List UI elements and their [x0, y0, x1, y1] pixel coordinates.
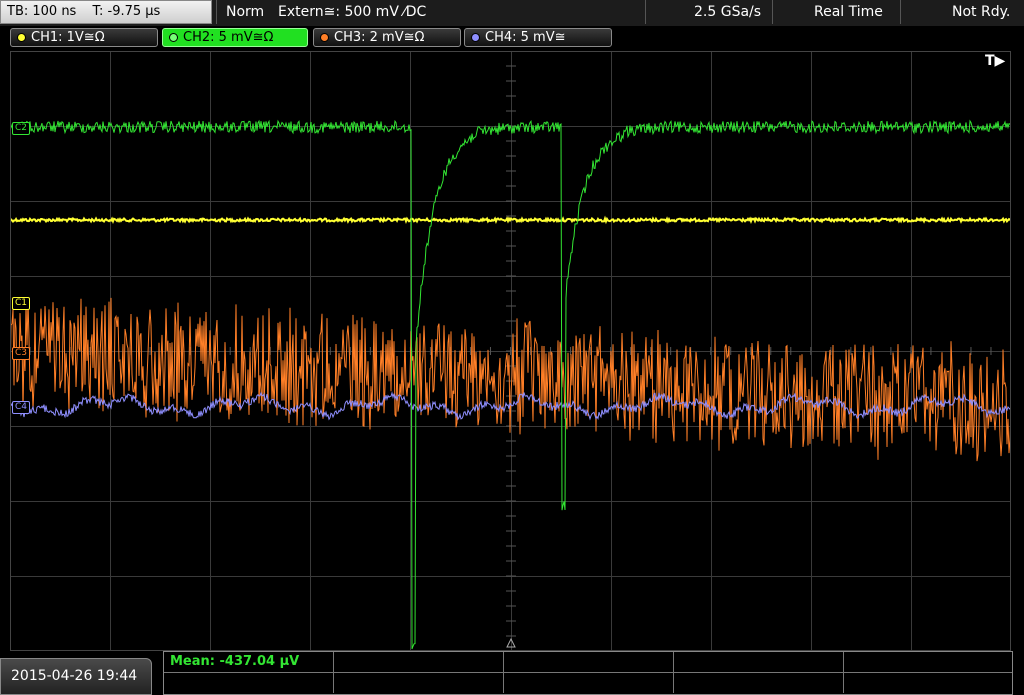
- measurement-row: [164, 673, 1012, 693]
- timebase-box[interactable]: TB: 100 ns T: -9.75 µs: [0, 0, 212, 24]
- trigger-mode[interactable]: Norm: [226, 0, 264, 24]
- measurement-cell: [504, 652, 674, 672]
- tab-ch4[interactable]: CH4: 5 mV≅: [464, 28, 612, 47]
- waveform-canvas[interactable]: [9, 50, 1012, 652]
- acquisition-mode[interactable]: Real Time: [814, 0, 883, 24]
- ch4-color-icon: [471, 33, 480, 42]
- tab-ch1[interactable]: CH1: 1V≅Ω: [10, 28, 158, 47]
- measurement-row: Mean: -437.04 µV: [164, 652, 1012, 673]
- measurement-cell: [504, 673, 674, 693]
- tab-ch3-label: CH3: 2 mV≅Ω: [334, 30, 425, 45]
- measurement-cell: [674, 673, 844, 693]
- measurement-cell: [164, 673, 334, 693]
- waveform-display[interactable]: [9, 50, 1012, 652]
- sample-rate[interactable]: 2.5 GSa/s: [694, 0, 761, 24]
- ch2-offset-marker[interactable]: C2: [12, 122, 31, 135]
- mean-measurement: Mean: -437.04 µV: [170, 654, 300, 669]
- divider: [772, 0, 773, 24]
- tab-ch3[interactable]: CH3: 2 mV≅Ω: [313, 28, 461, 47]
- trigger-indicator: T▶: [985, 53, 1006, 69]
- divider: [216, 0, 217, 24]
- channel-tabs: CH1: 1V≅Ω CH2: 5 mV≅Ω CH3: 2 mV≅Ω CH4: 5…: [0, 27, 1024, 49]
- ch1-trace: [9, 215, 1012, 225]
- tab-ch2-label: CH2: 5 mV≅Ω: [183, 30, 274, 45]
- ch3-offset-marker[interactable]: C3: [12, 347, 31, 360]
- footer-bar: 2015-04-26 19:44 Mean: -437.04 µV: [0, 651, 1024, 695]
- run-status: Not Rdy.: [952, 4, 1011, 20]
- tab-ch2[interactable]: CH2: 5 mV≅Ω: [162, 28, 308, 47]
- tab-ch4-label: CH4: 5 mV≅: [485, 30, 566, 45]
- tab-ch1-label: CH1: 1V≅Ω: [31, 30, 105, 45]
- ch1-color-icon: [17, 33, 26, 42]
- trigger-offset-label: T: -9.75 µs: [92, 4, 161, 19]
- datetime-box: 2015-04-26 19:44: [0, 658, 152, 695]
- status-bar: TB: 100 ns T: -9.75 µs Norm Extern≅: 500…: [0, 0, 1024, 26]
- ch3-trace: [9, 297, 1012, 462]
- timebase-label: TB: 100 ns: [7, 4, 77, 19]
- grid: [9, 50, 1012, 652]
- ch1-offset-marker[interactable]: C1: [12, 297, 31, 310]
- ch3-color-icon: [320, 33, 329, 42]
- measurement-panel[interactable]: Mean: -437.04 µV: [163, 651, 1013, 695]
- measurement-cell: [334, 652, 504, 672]
- divider: [645, 0, 646, 24]
- measurement-cell: [334, 673, 504, 693]
- divider: [900, 0, 901, 24]
- measurement-cell: Mean: -437.04 µV: [164, 652, 334, 672]
- measurement-cell: [674, 652, 844, 672]
- trigger-source[interactable]: Extern≅: 500 mV ⁄DC: [278, 0, 426, 24]
- ch4-offset-marker[interactable]: C4: [12, 401, 31, 414]
- ch2-color-icon: [169, 33, 178, 42]
